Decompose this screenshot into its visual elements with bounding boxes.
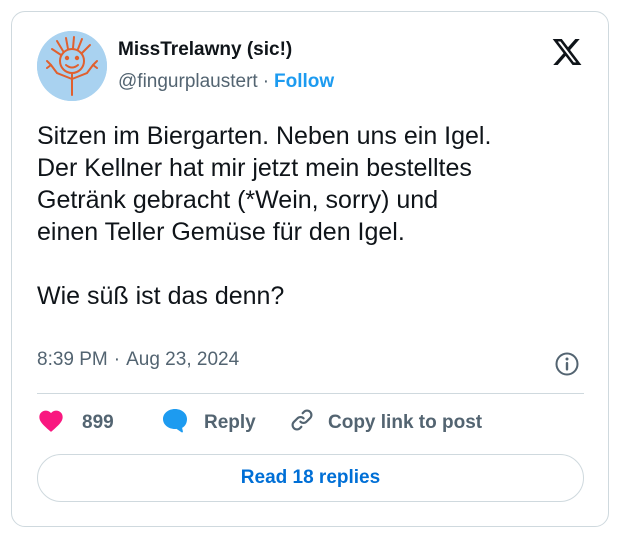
heart-icon xyxy=(37,407,65,439)
tweet-time: 8:39 PM xyxy=(37,349,108,370)
link-icon xyxy=(289,407,315,439)
tweet-text: Sitzen im Biergarten. Neben uns ein Igel… xyxy=(37,120,597,312)
like-button[interactable]: 899 xyxy=(37,408,114,438)
reply-button[interactable]: Reply xyxy=(161,408,256,438)
tweet-date: Aug 23, 2024 xyxy=(126,349,240,370)
tweet-line: Der Kellner hat mir jetzt mein bestellte… xyxy=(37,154,472,182)
tweet-line: Sitzen im Biergarten. Neben uns ein Igel… xyxy=(37,122,492,150)
copy-link-button[interactable]: Copy link to post xyxy=(289,408,482,438)
tweet-timestamp[interactable]: 8:39 PM · Aug 23, 2024 xyxy=(37,349,239,371)
tweet-line: Getränk gebracht (*Wein, sorry) und xyxy=(37,186,439,214)
author-handle-row: @fingurplaustert · Follow xyxy=(118,71,334,93)
author-display-name[interactable]: MissTrelawny (sic!) xyxy=(118,39,292,61)
timestamp-separator: · xyxy=(113,349,121,370)
tweet-line: einen Teller Gemüse für den Igel. xyxy=(37,218,405,246)
tweet-card: MissTrelawny (sic!) @fingurplaustert · F… xyxy=(11,11,609,527)
like-count: 899 xyxy=(82,412,114,433)
info-icon[interactable] xyxy=(554,351,580,377)
handle-separator: · xyxy=(262,71,270,92)
author-handle[interactable]: @fingurplaustert xyxy=(118,71,258,93)
copy-link-label: Copy link to post xyxy=(328,412,483,433)
avatar-drawing-icon xyxy=(37,31,107,101)
reply-label: Reply xyxy=(204,412,256,433)
tweet-line: Wie süß ist das denn? xyxy=(37,282,285,310)
divider xyxy=(37,393,584,394)
follow-button[interactable]: Follow xyxy=(274,71,334,93)
speech-bubble-icon xyxy=(161,407,189,439)
read-replies-button[interactable]: Read 18 replies xyxy=(37,454,584,502)
avatar[interactable] xyxy=(37,31,107,101)
x-logo-icon[interactable] xyxy=(550,36,584,68)
